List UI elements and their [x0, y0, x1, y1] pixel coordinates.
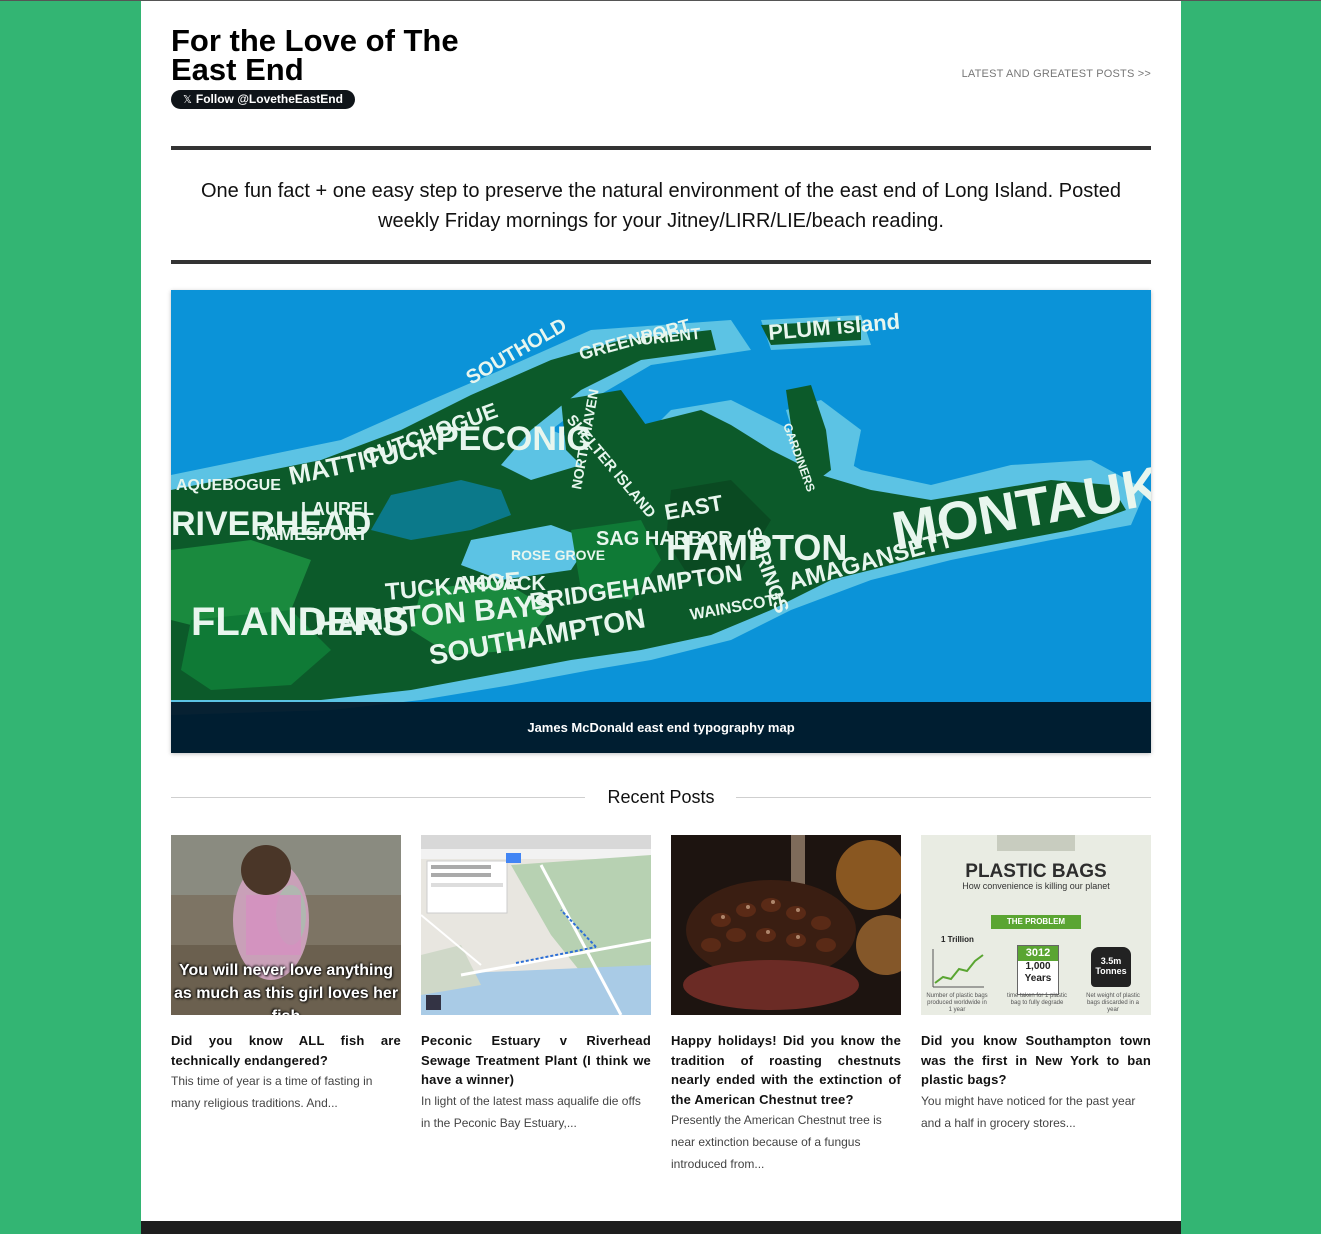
infographic-problem-banner: THE PROBLEM [991, 915, 1081, 929]
stat-caption-2: time taken for 1 plastic bag to fully de… [1006, 993, 1068, 1006]
infographic-subheading: How convenience is killing our planet [962, 881, 1110, 891]
post-excerpt: This time of year is a time of fasting i… [171, 1074, 373, 1110]
latest-posts-link[interactable]: LATEST AND GREATEST POSTS >> [962, 68, 1151, 80]
twitter-follow-button[interactable]: 𝕏 Follow @LovetheEastEnd [171, 90, 355, 109]
post-excerpt: Presently the American Chestnut tree is … [671, 1113, 882, 1171]
stat-trillion: 1 Trillion [941, 935, 974, 944]
site-title[interactable]: For the Love of The East End [171, 25, 471, 85]
page-container: For the Love of The East End 𝕏 Follow @Lo… [141, 1, 1181, 1234]
site-footer [141, 1221, 1181, 1234]
post-card[interactable]: PLASTIC BAGS How convenience is killing … [921, 835, 1151, 1134]
post-card[interactable]: You will never love anything as much as … [171, 835, 401, 1114]
post-excerpt: In light of the latest mass aqualife die… [421, 1093, 641, 1130]
post-title[interactable]: Happy holidays! Did you know the traditi… [671, 1031, 901, 1109]
svg-text:JAMESPORT: JAMESPORT [256, 524, 368, 544]
post-title[interactable]: Did you know Southampton town was the fi… [921, 1031, 1151, 1090]
post-thumbnail[interactable]: You will never love anything as much as … [171, 835, 401, 1015]
post-title[interactable]: Peconic Estuary v Riverhead Sewage Treat… [421, 1031, 651, 1090]
hero-caption: James McDonald east end typography map [171, 702, 1151, 753]
svg-text:ROSE GROVE: ROSE GROVE [511, 547, 605, 563]
meme-caption-bottom: as much as this girl loves her fish [173, 985, 399, 1015]
divider-bottom [171, 260, 1151, 264]
post-card[interactable]: Happy holidays! Did you know the traditi… [671, 835, 901, 1175]
post-thumbnail[interactable] [671, 835, 901, 1015]
post-thumbnail[interactable] [421, 835, 651, 1015]
post-title[interactable]: Did you know ALL fish are technically en… [171, 1031, 401, 1070]
stat-caption-1: Number of plastic bags produced worldwid… [926, 993, 988, 1013]
x-logo-icon: 𝕏 [183, 93, 192, 106]
svg-text:NOYACK: NOYACK [461, 573, 546, 595]
post-card[interactable]: Peconic Estuary v Riverhead Sewage Treat… [421, 835, 651, 1134]
svg-text:AQUEBOGUE: AQUEBOGUE [176, 477, 281, 494]
recent-posts-heading: Recent Posts [171, 785, 1151, 809]
infographic-logo [997, 835, 1075, 851]
weight-icon: 3.5m Tonnes [1091, 947, 1131, 987]
recent-posts-label: Recent Posts [607, 787, 715, 807]
svg-text:SAG HARBOR: SAG HARBOR [596, 528, 733, 550]
post-thumbnail[interactable]: PLASTIC BAGS How convenience is killing … [921, 835, 1151, 1015]
typography-map-image[interactable]: PLUM island GARDINERS SOUTHOLD GREENPORT… [171, 290, 1151, 753]
meme-caption-top: You will never love anything [179, 962, 393, 979]
site-tagline: One fun fact + one easy step to preserve… [200, 180, 1122, 232]
line-graph-icon [932, 949, 984, 988]
hero-slider[interactable]: PLUM island GARDINERS SOUTHOLD GREENPORT… [171, 290, 1151, 753]
stat-caption-3: Net weight of plastic bags discarded in … [1086, 993, 1140, 1013]
calendar-icon: 3012 1,000 Years [1017, 945, 1059, 995]
post-excerpt: You might have noticed for the past year… [921, 1093, 1136, 1130]
infographic-heading: PLASTIC BAGS [965, 861, 1107, 882]
divider-top [171, 146, 1151, 150]
svg-text:LAUREL: LAUREL [301, 499, 374, 519]
follow-label: Follow @LovetheEastEnd [195, 92, 343, 106]
